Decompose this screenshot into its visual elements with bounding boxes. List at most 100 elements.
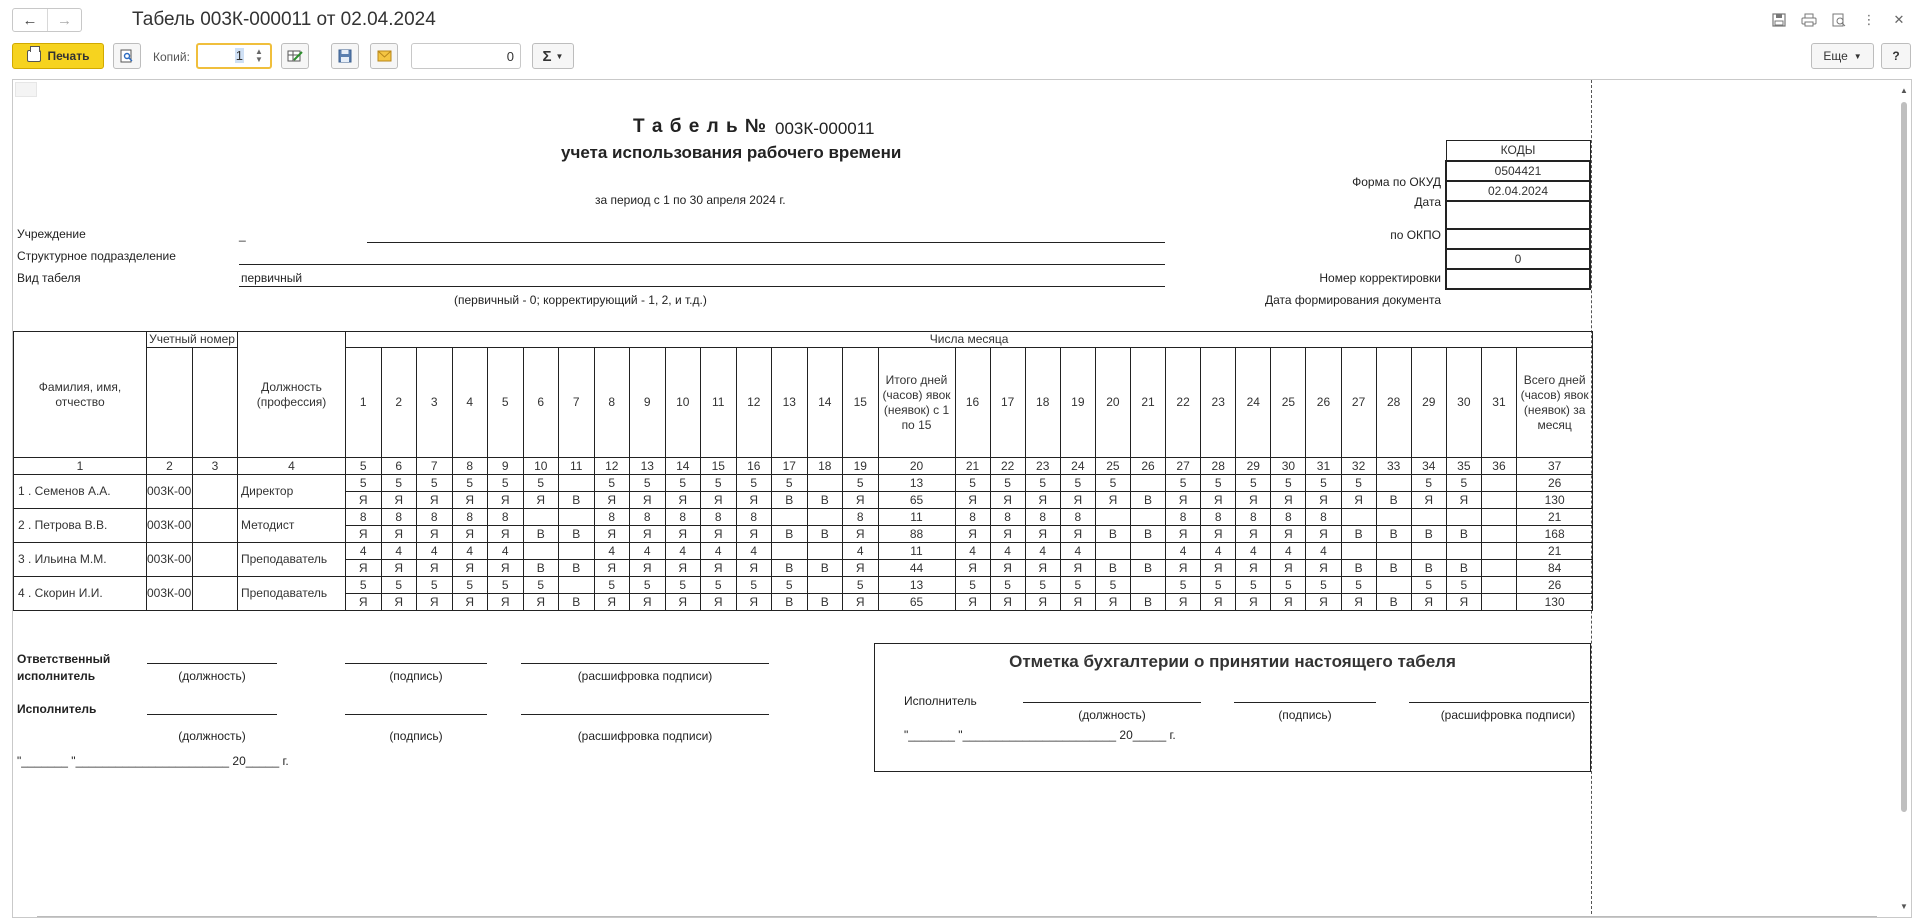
day-hours-cell: 4 [700,542,737,560]
total-half-hours: 11 [877,508,956,526]
spin-down-icon[interactable]: ▼ [255,56,263,64]
day-code-cell: Я [380,593,417,611]
day-hours-cell: 4 [1059,542,1096,560]
acc-decode-line [1409,702,1589,703]
preview-button[interactable] [113,43,141,69]
day-code-cell: Я [451,559,488,577]
account-number: 003К-00703 [146,542,193,577]
edit-button[interactable] [281,43,309,69]
save-icon[interactable] [1768,10,1790,30]
day-hours-cell: 4 [416,542,453,560]
header-total-month: Всего дней (часов) явок (неявок) за меся… [1515,347,1594,458]
day-hours-cell: 5 [487,474,524,492]
more-button[interactable]: Еще ▼ [1811,43,1874,69]
day-code-cell: Я [487,491,524,509]
column-number: 15 [700,457,737,475]
day-code-cell: Я [735,559,772,577]
resp-position-hint: (должность) [178,669,246,683]
vertical-scrollbar[interactable]: ▲ ▼ [1899,86,1909,911]
day-hours-cell [1129,542,1167,560]
column-number: 10 [522,457,559,475]
sum-button[interactable]: Σ ▼ [532,43,574,69]
day-code-cell: Я [1200,559,1237,577]
day-code-cell: В [1375,593,1412,611]
column-number: 22 [989,457,1026,475]
day-hours-cell: 8 [629,508,666,526]
scroll-down-icon[interactable]: ▼ [1899,902,1909,911]
forward-arrow-icon[interactable]: → [47,9,81,31]
day-code-cell: Я [1445,593,1482,611]
accounting-executor-label: Исполнитель [904,694,977,708]
formation-date-code [1445,267,1591,290]
help-button[interactable]: ? [1881,43,1911,69]
day-code-cell: В [806,525,843,543]
day-code-cell: Я [954,559,991,577]
total-month-codes: 130 [1515,593,1594,611]
day-hours-cell: 4 [380,542,417,560]
day-code-cell: Я [700,593,737,611]
day-hours-cell [1375,576,1412,594]
back-arrow-icon[interactable]: ← [13,9,47,31]
column-number: 23 [1024,457,1061,475]
header-day-15: 15 [842,347,879,458]
day-hours-cell: 5 [629,576,666,594]
preview-icon[interactable] [1828,10,1850,30]
header-day-21: 21 [1129,347,1167,458]
day-code-cell: Я [954,491,991,509]
day-code-cell: Я [1410,491,1447,509]
column-number: 29 [1235,457,1272,475]
doc-period: за период с 1 по 30 апреля 2024 г. [595,193,786,207]
printer-icon[interactable] [1798,10,1820,30]
column-number: 25 [1094,457,1131,475]
email-button[interactable] [370,43,398,69]
day-hours-cell: 4 [989,542,1026,560]
day-code-cell: Я [593,559,630,577]
close-icon[interactable]: ✕ [1888,10,1910,30]
day-code-cell: Я [1445,491,1482,509]
day-hours-cell: 5 [954,474,991,492]
day-code-cell: Я [954,593,991,611]
corner-cell[interactable] [15,82,37,97]
horizontal-scrollbar[interactable] [37,916,1877,917]
scroll-up-icon[interactable]: ▲ [1899,86,1909,95]
day-hours-cell [558,576,595,594]
total-half-hours: 13 [877,576,956,594]
day-code-cell: Я [989,593,1026,611]
day-code-cell: Я [1024,559,1061,577]
day-hours-cell: 8 [451,508,488,526]
save-button[interactable] [331,43,359,69]
more-button-label: Еще [1823,49,1848,63]
day-hours-cell: 5 [989,576,1026,594]
more-vertical-icon[interactable]: ⋮ [1858,10,1880,30]
day-hours-cell: 8 [700,508,737,526]
day-code-cell: Я [1235,491,1272,509]
copies-stepper[interactable]: ▲ ▼ [250,47,268,65]
sum-value-field[interactable]: 0 [411,43,521,69]
day-code-cell: Я [735,525,772,543]
spreadsheet-document[interactable]: Т а б е л ь № 003К-000011 учета использо… [12,79,1912,918]
column-number: 35 [1445,457,1482,475]
print-button[interactable]: Печать [12,43,104,69]
acc-position-line [1023,702,1201,703]
preview-icon [120,49,133,63]
day-hours-cell: 5 [1305,576,1342,594]
day-hours-cell [558,542,595,560]
date-label: Дата [1414,195,1441,209]
day-code-cell: Я [1094,491,1131,509]
day-hours-cell: 8 [1024,508,1061,526]
total-half-hours: 13 [877,474,956,492]
total-month-hours: 21 [1515,542,1594,560]
scroll-thumb[interactable] [1901,102,1907,812]
day-code-cell: Я [593,491,630,509]
copies-input[interactable]: 1 ▲ ▼ [196,43,272,69]
resp-position-line [147,663,277,664]
column-number: 18 [806,457,843,475]
day-code-cell: Я [522,491,559,509]
copies-label: Копий: [153,50,190,64]
sheet-type-line [239,286,1165,287]
header-day-30: 30 [1445,347,1482,458]
day-code-cell: Я [1235,559,1272,577]
day-code-cell: Я [1094,593,1131,611]
printer-icon [26,46,41,62]
day-code-cell: Я [629,491,666,509]
